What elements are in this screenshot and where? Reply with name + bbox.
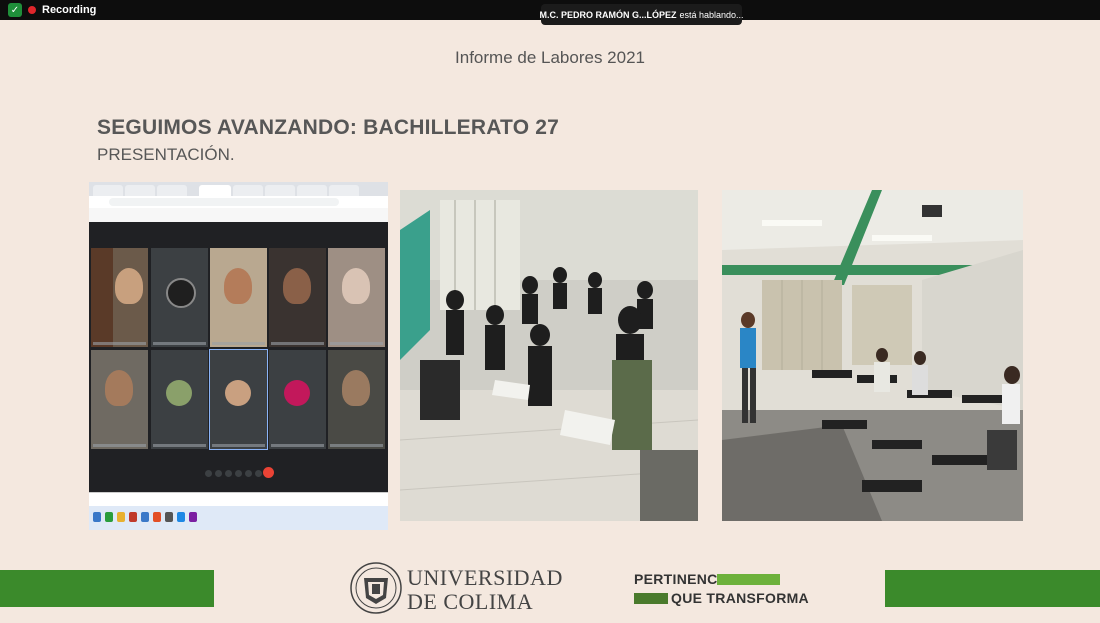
participant-tile bbox=[269, 350, 326, 449]
security-shield-icon[interactable]: ✓ bbox=[8, 3, 22, 17]
classroom-teacher-image bbox=[722, 190, 1023, 521]
university-name-line1: UNIVERSIDAD bbox=[407, 565, 563, 590]
recording-label: Recording bbox=[42, 4, 97, 16]
university-name-line2: DE COLIMA bbox=[407, 589, 534, 614]
footer-green-bar-right bbox=[885, 570, 1100, 607]
speaker-status: está hablando... bbox=[679, 9, 744, 20]
classroom-exam-image bbox=[400, 190, 698, 521]
browser-bookmarks-bar bbox=[89, 208, 388, 223]
participant-tile bbox=[91, 248, 148, 347]
speaker-name: M.C. PEDRO RAMÓN G...LÓPEZ bbox=[539, 9, 677, 20]
participant-tile bbox=[328, 248, 385, 347]
participant-tile bbox=[151, 248, 208, 347]
participant-tile bbox=[328, 350, 385, 449]
downloads-bar bbox=[89, 492, 388, 507]
participant-grid bbox=[89, 222, 388, 452]
slide-title: SEGUIMOS AVANZANDO: BACHILLERATO 27 bbox=[97, 116, 560, 139]
slogan-accent-bar-dark bbox=[634, 593, 668, 604]
participant-tile bbox=[209, 349, 268, 450]
classroom-exam-photo bbox=[400, 190, 698, 521]
footer-green-bar-left bbox=[0, 570, 214, 607]
university-seal-icon bbox=[350, 562, 402, 614]
classroom-teacher-photo bbox=[722, 190, 1023, 521]
slogan-line2: QUE TRANSFORMA bbox=[671, 590, 809, 606]
call-controls bbox=[89, 452, 388, 492]
slide-header: Informe de Labores 2021 bbox=[455, 48, 645, 67]
end-call-icon bbox=[263, 467, 274, 478]
participant-tile bbox=[151, 350, 208, 449]
active-speaker-badge: M.C. PEDRO RAMÓN G...LÓPEZ está hablando… bbox=[539, 4, 744, 25]
recording-indicator[interactable]: ✓ Recording bbox=[8, 2, 96, 18]
browser-address-bar bbox=[89, 196, 388, 208]
slide-subtitle: PRESENTACIÓN. bbox=[97, 145, 235, 164]
participant-tile bbox=[91, 350, 148, 449]
windows-taskbar bbox=[89, 506, 388, 530]
video-call-screenshot bbox=[89, 182, 388, 530]
slogan-accent-bar bbox=[717, 574, 780, 585]
browser-tab-strip bbox=[89, 182, 388, 196]
participant-tile bbox=[210, 248, 267, 347]
recording-dot-icon bbox=[28, 6, 36, 14]
participant-tile bbox=[269, 248, 326, 347]
